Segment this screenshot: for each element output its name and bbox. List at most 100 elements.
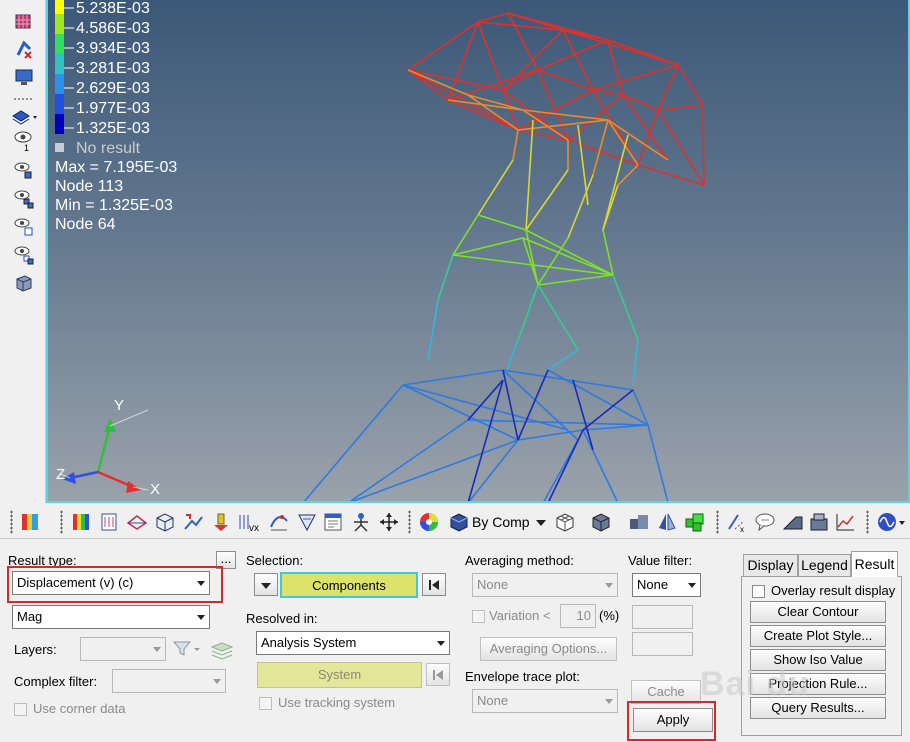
reset-selection-button[interactable] — [422, 573, 446, 596]
wireframe-model[interactable] — [303, 12, 705, 503]
min-node-label: Node 64 — [55, 216, 116, 233]
eye-system-icon[interactable] — [13, 244, 35, 266]
layer-stack-icon[interactable] — [210, 639, 234, 661]
hypermesh-window: 1 5.238E-03 4.586E-03 3.934E-03 3.281E-03 2.… — [0, 0, 910, 742]
chevron-down-icon — [209, 670, 225, 692]
toolbar-grip[interactable] — [60, 510, 63, 534]
cube-wire-icon[interactable] — [154, 511, 176, 533]
no-result-swatch — [55, 143, 64, 152]
complex-filter-dropdown[interactable] — [112, 669, 226, 693]
create-plot-style-button[interactable]: Create Plot Style... — [750, 625, 886, 647]
eye-component-icon[interactable] — [13, 216, 35, 238]
legend-value-label: 3.934E-03 — [76, 40, 150, 57]
tracking-icon[interactable] — [350, 511, 372, 533]
section-cut-icon[interactable] — [296, 511, 318, 533]
comment-icon[interactable] — [754, 511, 776, 533]
eye-element-icon[interactable] — [13, 160, 35, 182]
contour-panel: Result type: ... Displacement (v) (c) Ma… — [0, 540, 910, 742]
eye-icon[interactable]: 1 — [13, 130, 35, 153]
assign-icon[interactable] — [98, 511, 120, 533]
color-by-comp-icon[interactable] — [448, 511, 470, 533]
clear-contour-button[interactable]: Clear Contour — [750, 601, 886, 623]
measure-icon[interactable]: x — [726, 511, 748, 534]
use-corner-data-label: Use corner data — [33, 701, 126, 716]
query-results-button[interactable]: Query Results... — [750, 697, 886, 719]
value-filter-max-input[interactable] — [632, 632, 693, 656]
color-by-dropdown[interactable]: By Comp — [472, 512, 546, 532]
use-corner-data-checkbox[interactable] — [14, 703, 27, 716]
multi-shape-icon[interactable] — [628, 511, 650, 533]
variation-checkbox[interactable] — [472, 610, 485, 623]
components-button[interactable]: Components — [280, 572, 418, 598]
value-filter-min-input[interactable] — [632, 605, 693, 629]
monitor-icon[interactable] — [13, 66, 35, 88]
tensor-plot-icon[interactable] — [210, 511, 232, 533]
legend-value-label: 5.238E-03 — [76, 0, 150, 17]
max-node-label: Node 113 — [55, 178, 123, 195]
variation-input[interactable]: 10 — [560, 604, 596, 628]
projection-rule-button[interactable]: Projection Rule... — [750, 673, 886, 695]
vx-plot-icon[interactable]: vx — [238, 511, 260, 534]
flow-icon[interactable] — [268, 511, 290, 533]
signal-wave-icon[interactable] — [876, 511, 905, 533]
model-view-icon[interactable] — [13, 10, 35, 32]
averaging-options-button[interactable]: Averaging Options... — [480, 637, 617, 661]
eye-node-icon[interactable] — [13, 188, 35, 210]
contour-icon[interactable] — [20, 511, 42, 533]
more-button[interactable]: ... — [216, 551, 236, 569]
component-dropdown[interactable]: Mag — [12, 605, 210, 629]
apply-button[interactable]: Apply — [633, 708, 713, 732]
value-filter-value: None — [637, 577, 669, 592]
cache-button[interactable]: Cache — [631, 680, 701, 704]
averaging-method-dropdown[interactable]: None — [472, 573, 618, 597]
layers-dropdown[interactable] — [80, 637, 166, 661]
model-info-icon[interactable] — [808, 511, 830, 533]
deformed-shape-icon[interactable] — [126, 511, 148, 533]
mask-tool-icon[interactable] — [13, 38, 35, 60]
resolved-in-dropdown[interactable]: Analysis System — [256, 631, 450, 655]
vector-plot-icon[interactable] — [182, 511, 204, 533]
tab-legend[interactable]: Legend — [798, 554, 851, 576]
system-button[interactable]: System — [257, 662, 422, 688]
use-tracking-checkbox[interactable] — [259, 697, 272, 710]
result-type-dropdown[interactable]: Displacement (v) (c) — [12, 571, 210, 595]
components-green-icon[interactable] — [684, 511, 706, 533]
overlay-result-label: Overlay result display — [771, 583, 896, 598]
resolved-in-value: Analysis System — [261, 635, 357, 650]
tab-result[interactable]: Result — [851, 551, 898, 577]
wireframe-cube-icon[interactable] — [554, 511, 576, 533]
chevron-down-icon — [535, 520, 546, 527]
result-type-label: Result type: — [8, 553, 77, 568]
graphics-viewport[interactable]: 5.238E-03 4.586E-03 3.934E-03 3.281E-03 2.62… — [46, 0, 910, 503]
color-by-label: By Comp — [472, 514, 530, 530]
chevron-down-icon — [433, 632, 449, 654]
legend-bar-icon[interactable] — [70, 511, 92, 533]
chevron-down-icon — [601, 574, 617, 596]
averaging-method-label: Averaging method: — [465, 553, 574, 568]
toolbar-grip[interactable] — [10, 510, 13, 534]
mesh-cube-icon[interactable] — [13, 272, 35, 294]
toolbar-grip[interactable] — [408, 510, 411, 534]
toolbar-grip[interactable] — [716, 510, 719, 534]
value-filter-dropdown[interactable]: None — [632, 573, 701, 597]
notes-icon[interactable] — [322, 511, 344, 533]
tab-display[interactable]: Display — [743, 554, 798, 576]
overlay-result-checkbox[interactable] — [752, 585, 765, 598]
complex-filter-label: Complex filter: — [14, 674, 98, 689]
min-value-label: Min = 1.325E-03 — [55, 197, 173, 214]
use-tracking-label: Use tracking system — [278, 695, 396, 710]
max-value-label: Max = 7.195E-03 — [55, 159, 177, 176]
selection-dropdown-button[interactable] — [254, 573, 278, 596]
move-icon[interactable] — [378, 511, 400, 533]
shaded-cube-icon[interactable] — [590, 511, 612, 533]
ramp-icon[interactable] — [782, 511, 804, 533]
toolbar-grip[interactable] — [866, 510, 869, 534]
show-iso-value-button[interactable]: Show Iso Value — [750, 649, 886, 671]
envelope-trace-dropdown[interactable]: None — [472, 689, 618, 713]
filter-funnel-icon[interactable] — [172, 639, 200, 659]
reset-system-button[interactable] — [426, 663, 450, 686]
plot-graph-icon[interactable] — [834, 511, 856, 533]
mirror-icon[interactable] — [656, 511, 678, 533]
color-wheel-icon[interactable] — [418, 511, 440, 533]
layers-dropdown-icon[interactable] — [10, 106, 40, 128]
